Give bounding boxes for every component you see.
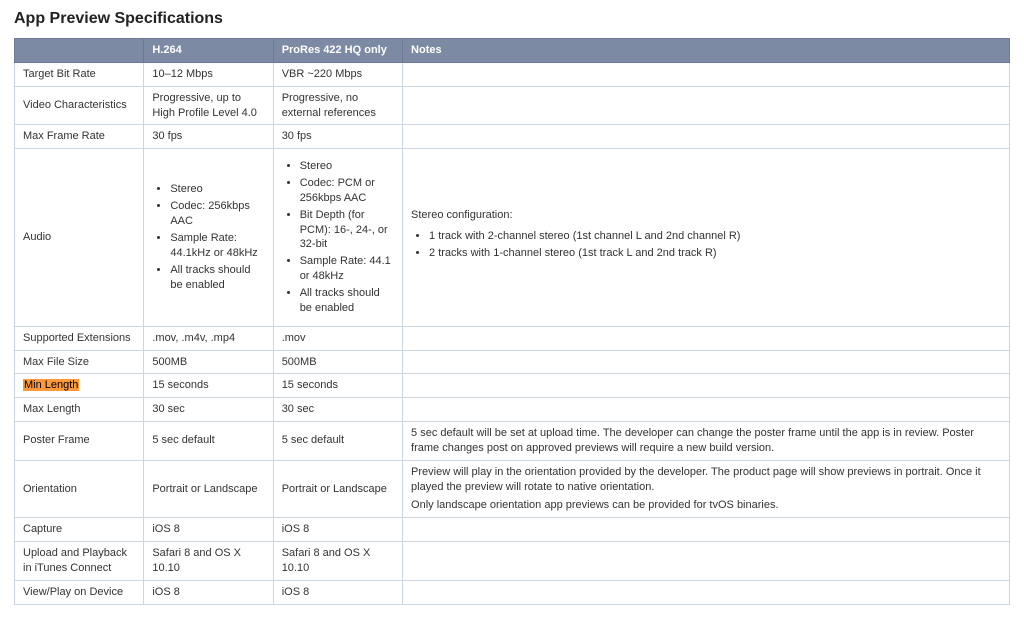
cell-h264: 15 seconds [144,374,273,398]
cell-h264: Stereo Codec: 256kbps AAC Sample Rate: 4… [144,149,273,326]
table-row: Max Length 30 sec 30 sec [15,398,1010,422]
row-label-highlighted: Min Length [15,374,144,398]
cell-h264: 30 sec [144,398,273,422]
cell-notes [403,62,1010,86]
list-item: Bit Depth (for PCM): 16-, 24-, or 32-bit [300,208,394,253]
row-label: Capture [15,518,144,542]
cell-prores: 30 fps [273,125,402,149]
cell-h264: Portrait or Landscape [144,460,273,518]
table-row: Upload and Playback in iTunes Connect Sa… [15,542,1010,581]
list-item: Stereo [300,159,394,174]
list-item: 1 track with 2-channel stereo (1st chann… [429,229,1001,244]
cell-prores: 15 seconds [273,374,402,398]
cell-h264: .mov, .m4v, .mp4 [144,326,273,350]
notes-line: Only landscape orientation app previews … [411,498,1001,513]
cell-notes [403,125,1010,149]
cell-prores: Safari 8 and OS X 10.10 [273,542,402,581]
cell-h264: iOS 8 [144,518,273,542]
cell-notes [403,542,1010,581]
table-row: Max File Size 500MB 500MB [15,350,1010,374]
row-label: Supported Extensions [15,326,144,350]
audio-prores-list: Stereo Codec: PCM or 256kbps AAC Bit Dep… [286,159,394,315]
cell-prores: Stereo Codec: PCM or 256kbps AAC Bit Dep… [273,149,402,326]
cell-prores: Progressive, no external references [273,86,402,125]
table-row: Target Bit Rate 10–12 Mbps VBR ~220 Mbps [15,62,1010,86]
spec-table: H.264 ProRes 422 HQ only Notes Target Bi… [14,38,1010,605]
row-label: Audio [15,149,144,326]
cell-prores: iOS 8 [273,580,402,604]
list-item: Codec: PCM or 256kbps AAC [300,176,394,206]
row-label: Max Frame Rate [15,125,144,149]
list-item: 2 tracks with 1-channel stereo (1st trac… [429,246,1001,261]
notes-line: Preview will play in the orientation pro… [411,466,981,493]
row-label: Orientation [15,460,144,518]
cell-notes [403,518,1010,542]
list-item: Sample Rate: 44.1kHz or 48kHz [170,231,264,261]
cell-prores: 500MB [273,350,402,374]
cell-prores: 5 sec default [273,422,402,461]
row-label: Max File Size [15,350,144,374]
col-header-h264: H.264 [144,39,273,63]
table-row-audio: Audio Stereo Codec: 256kbps AAC Sample R… [15,149,1010,326]
table-row: Max Frame Rate 30 fps 30 fps [15,125,1010,149]
cell-prores: iOS 8 [273,518,402,542]
cell-notes [403,326,1010,350]
cell-h264: Safari 8 and OS X 10.10 [144,542,273,581]
cell-notes: 5 sec default will be set at upload time… [403,422,1010,461]
table-row: Poster Frame 5 sec default 5 sec default… [15,422,1010,461]
row-label: Video Characteristics [15,86,144,125]
cell-h264: 10–12 Mbps [144,62,273,86]
table-row: Orientation Portrait or Landscape Portra… [15,460,1010,518]
cell-notes [403,398,1010,422]
cell-prores: 30 sec [273,398,402,422]
highlighted-text: Min Length [23,379,79,391]
cell-notes [403,86,1010,125]
cell-notes [403,350,1010,374]
page-title: App Preview Specifications [14,10,1010,28]
table-row: Min Length 15 seconds 15 seconds [15,374,1010,398]
cell-prores: VBR ~220 Mbps [273,62,402,86]
cell-prores: .mov [273,326,402,350]
col-header-label [15,39,144,63]
list-item: Stereo [170,182,264,197]
cell-h264: 30 fps [144,125,273,149]
list-item: Codec: 256kbps AAC [170,199,264,229]
cell-h264: 5 sec default [144,422,273,461]
cell-h264: iOS 8 [144,580,273,604]
cell-h264: Progressive, up to High Profile Level 4.… [144,86,273,125]
row-label: Upload and Playback in iTunes Connect [15,542,144,581]
cell-notes [403,580,1010,604]
list-item: Sample Rate: 44.1 or 48kHz [300,254,394,284]
cell-h264: 500MB [144,350,273,374]
table-row: Supported Extensions .mov, .m4v, .mp4 .m… [15,326,1010,350]
row-label: Target Bit Rate [15,62,144,86]
notes-lead: Stereo configuration: [411,208,1001,223]
col-header-prores: ProRes 422 HQ only [273,39,402,63]
cell-notes: Stereo configuration: 1 track with 2-cha… [403,149,1010,326]
list-item: All tracks should be enabled [300,286,394,316]
list-item: All tracks should be enabled [170,263,264,293]
cell-notes: Preview will play in the orientation pro… [403,460,1010,518]
col-header-notes: Notes [403,39,1010,63]
cell-notes [403,374,1010,398]
row-label: View/Play on Device [15,580,144,604]
row-label: Poster Frame [15,422,144,461]
table-row: View/Play on Device iOS 8 iOS 8 [15,580,1010,604]
row-label: Max Length [15,398,144,422]
audio-h264-list: Stereo Codec: 256kbps AAC Sample Rate: 4… [156,182,264,292]
cell-prores: Portrait or Landscape [273,460,402,518]
table-row: Capture iOS 8 iOS 8 [15,518,1010,542]
table-row: Video Characteristics Progressive, up to… [15,86,1010,125]
audio-notes-list: 1 track with 2-channel stereo (1st chann… [415,229,1001,261]
table-header-row: H.264 ProRes 422 HQ only Notes [15,39,1010,63]
